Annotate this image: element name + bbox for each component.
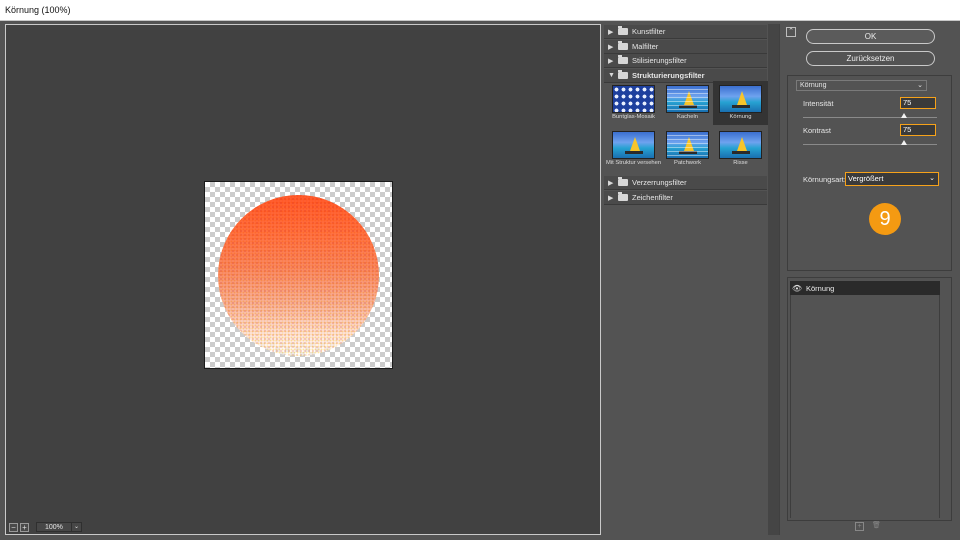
- grain-circle-image: [218, 195, 379, 356]
- intensity-label: Intensität: [803, 99, 834, 108]
- contrast-slider[interactable]: [803, 144, 937, 145]
- expand-triangle-icon: ▶: [608, 57, 614, 65]
- filter-settings: Körnung ⌄ Intensität 75 Kontrast 75 Körn…: [787, 75, 952, 271]
- settings-panel: ⌃ OK Zurücksetzen Körnung ⌄ Intensität 7…: [783, 24, 960, 535]
- thumbnail-buntglas-mosaik[interactable]: Buntglas-Mosaik: [606, 81, 661, 125]
- collapse-gallery-icon[interactable]: ⌃: [786, 27, 796, 37]
- thumbnail-risse[interactable]: Risse: [713, 127, 768, 171]
- thumbnail-patchwork[interactable]: Patchwork: [660, 127, 715, 171]
- thumbnail-label: Buntglas-Mosaik: [612, 114, 655, 120]
- thumbnail-image: [666, 85, 709, 113]
- intensity-slider-handle[interactable]: [900, 113, 907, 118]
- folder-icon: [618, 41, 628, 50]
- zoom-value: 100%: [45, 523, 63, 531]
- thumbnail-label: Mit Struktur versehen: [606, 160, 662, 166]
- contrast-slider-handle[interactable]: [900, 140, 907, 145]
- zoom-in-button[interactable]: +: [20, 522, 29, 532]
- category-label: Stilisierungsfilter: [632, 56, 687, 65]
- window-title: Körnung (100%): [0, 0, 960, 21]
- thumbnail-image: [719, 131, 762, 159]
- thumbnail-kacheln[interactable]: Kacheln: [660, 81, 715, 125]
- collapse-triangle-icon: ▼: [608, 72, 615, 79]
- zoom-out-button[interactable]: −: [9, 522, 18, 532]
- gallery-scrollbar[interactable]: [768, 24, 779, 535]
- chevron-down-icon: ⌄: [71, 523, 81, 531]
- contrast-label: Kontrast: [803, 126, 831, 135]
- step-number-badge: 9: [869, 203, 901, 235]
- expand-triangle-icon: ▶: [608, 194, 614, 202]
- expand-triangle-icon: ▶: [608, 43, 614, 51]
- contrast-input[interactable]: 75: [900, 124, 936, 136]
- thumbnail-image: [719, 85, 762, 113]
- category-kunstfilter[interactable]: ▶ Kunstfilter: [604, 25, 767, 39]
- folder-open-icon: [618, 70, 628, 79]
- effect-layer-label: Körnung: [806, 283, 835, 293]
- folder-icon: [618, 177, 628, 186]
- category-label: Strukturierungsfilter: [632, 71, 705, 80]
- grain-type-label: Körnungsart:: [803, 175, 846, 184]
- eye-icon[interactable]: 👁: [790, 284, 804, 293]
- thumbnail-label: Risse: [733, 160, 748, 166]
- category-zeichenfilter[interactable]: ▶ Zeichenfilter: [604, 191, 767, 205]
- reset-button[interactable]: Zurücksetzen: [806, 51, 935, 66]
- category-malfilter[interactable]: ▶ Malfilter: [604, 40, 767, 54]
- thumbnail-koernung[interactable]: Körnung: [713, 81, 768, 125]
- zoom-bar: − + 100% ⌄: [9, 522, 82, 532]
- filter-gallery-dialog: − + 100% ⌄ ▶ Kunstfilter ▶ Malfilter ▶ S…: [0, 21, 960, 540]
- intensity-slider[interactable]: [803, 117, 937, 118]
- thumbnail-image: [612, 131, 655, 159]
- new-effect-layer-icon[interactable]: +: [855, 522, 864, 531]
- effect-layers-panel: 👁 Körnung: [787, 277, 952, 521]
- thumbnail-image: [612, 85, 655, 113]
- thumbnail-label: Kacheln: [677, 114, 698, 120]
- category-verzerrungsfilter[interactable]: ▶ Verzerrungsfilter: [604, 176, 767, 190]
- folder-icon: [618, 55, 628, 64]
- trash-icon[interactable]: 🗑: [872, 522, 881, 531]
- expand-triangle-icon: ▶: [608, 28, 614, 36]
- ok-button[interactable]: OK: [806, 29, 935, 44]
- effect-layers-list: [790, 295, 940, 518]
- intensity-input[interactable]: 75: [900, 97, 936, 109]
- zoom-select[interactable]: 100% ⌄: [36, 522, 82, 532]
- category-label: Malfilter: [632, 42, 659, 51]
- grain-type-value: Vergrößert: [848, 174, 884, 183]
- expand-triangle-icon: ▶: [608, 179, 614, 187]
- filter-select[interactable]: Körnung ⌄: [796, 80, 927, 91]
- chevron-down-icon: ⌄: [917, 82, 923, 89]
- chevron-down-icon: ⌄: [929, 175, 935, 182]
- preview-area[interactable]: − + 100% ⌄: [5, 24, 601, 535]
- filter-gallery: ▶ Kunstfilter ▶ Malfilter ▶ Stilisierung…: [604, 24, 780, 535]
- thumbnail-image: [666, 131, 709, 159]
- folder-icon: [618, 26, 628, 35]
- effect-layer-item[interactable]: 👁 Körnung: [790, 281, 940, 295]
- filter-select-value: Körnung: [800, 82, 827, 89]
- thumbnail-label: Körnung: [729, 114, 752, 120]
- category-label: Zeichenfilter: [632, 193, 673, 202]
- thumbnail-mit-struktur-versehen[interactable]: Mit Struktur versehen: [606, 127, 661, 171]
- category-label: Verzerrungsfilter: [632, 178, 687, 187]
- grain-type-select[interactable]: Vergrößert ⌄: [845, 172, 939, 186]
- thumbnail-label: Patchwork: [673, 160, 702, 166]
- category-label: Kunstfilter: [632, 27, 666, 36]
- folder-icon: [618, 192, 628, 201]
- preview-canvas: [204, 181, 393, 369]
- category-stilisierungsfilter[interactable]: ▶ Stilisierungsfilter: [604, 54, 767, 68]
